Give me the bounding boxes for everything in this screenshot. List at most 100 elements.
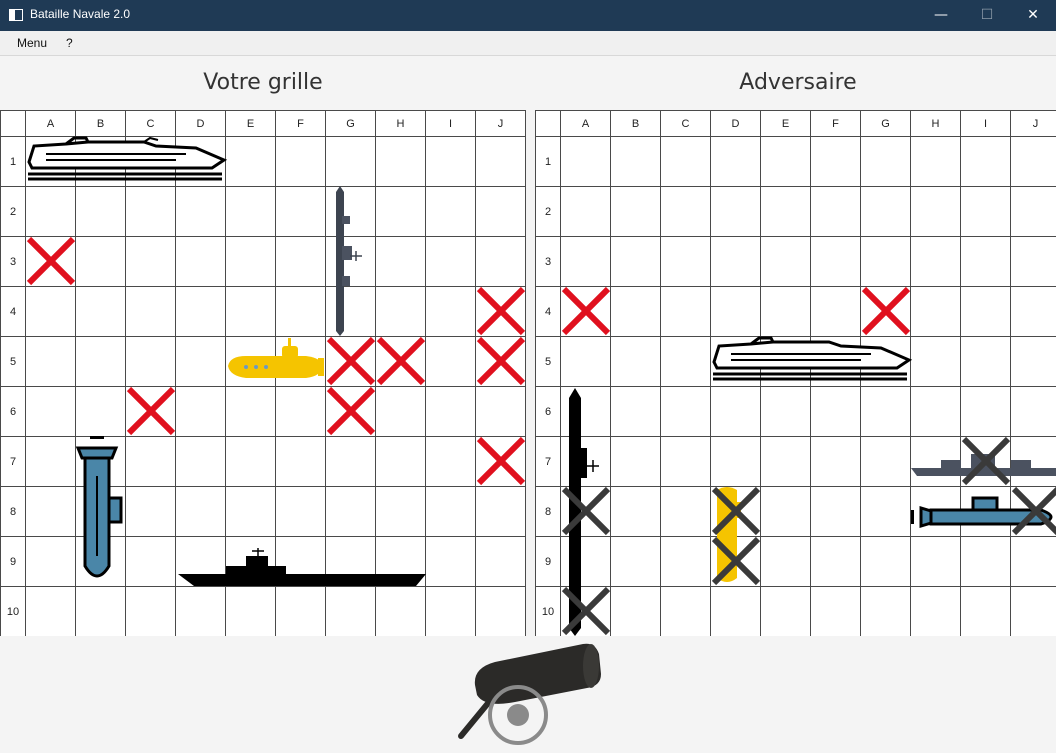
opponent-cell-D2[interactable] xyxy=(710,186,761,237)
opponent-cell-C2[interactable] xyxy=(660,186,711,237)
opponent-cell-I9[interactable] xyxy=(960,536,1011,587)
opponent-cell-D8[interactable] xyxy=(710,486,761,537)
opponent-cell-E5[interactable] xyxy=(760,336,811,387)
opponent-cell-F1[interactable] xyxy=(810,136,861,187)
opponent-cell-H5[interactable] xyxy=(910,336,961,387)
opponent-board[interactable]: A B C D E F G H I J 1 2 3 4 5 6 7 8 9 10 xyxy=(535,110,1056,637)
opponent-cell-A2[interactable] xyxy=(560,186,611,237)
opponent-cell-C10[interactable] xyxy=(660,586,711,637)
opponent-cell-A4[interactable] xyxy=(560,286,611,337)
opponent-cell-E4[interactable] xyxy=(760,286,811,337)
opponent-cell-D3[interactable] xyxy=(710,236,761,287)
opponent-cell-H4[interactable] xyxy=(910,286,961,337)
opponent-cell-J6[interactable] xyxy=(1010,386,1056,437)
opponent-cell-G4[interactable] xyxy=(860,286,911,337)
opponent-cell-D7[interactable] xyxy=(710,436,761,487)
opponent-cell-A5[interactable] xyxy=(560,336,611,387)
opponent-cell-G3[interactable] xyxy=(860,236,911,287)
opponent-cell-D9[interactable] xyxy=(710,536,761,587)
opponent-cell-B7[interactable] xyxy=(610,436,661,487)
opponent-cell-G1[interactable] xyxy=(860,136,911,187)
opponent-cell-F5[interactable] xyxy=(810,336,861,387)
opponent-cell-H9[interactable] xyxy=(910,536,961,587)
opponent-cell-I8[interactable] xyxy=(960,486,1011,537)
menu-item-menu[interactable]: Menu xyxy=(17,36,47,50)
opponent-cell-E8[interactable] xyxy=(760,486,811,537)
opponent-cell-G2[interactable] xyxy=(860,186,911,237)
opponent-cell-G6[interactable] xyxy=(860,386,911,437)
opponent-cell-B3[interactable] xyxy=(610,236,661,287)
opponent-cell-F4[interactable] xyxy=(810,286,861,337)
opponent-cell-G5[interactable] xyxy=(860,336,911,387)
opponent-cell-J2[interactable] xyxy=(1010,186,1056,237)
opponent-cell-I2[interactable] xyxy=(960,186,1011,237)
opponent-cell-I1[interactable] xyxy=(960,136,1011,187)
opponent-cell-F8[interactable] xyxy=(810,486,861,537)
opponent-cell-A9[interactable] xyxy=(560,536,611,587)
opponent-cell-G9[interactable] xyxy=(860,536,911,587)
opponent-cell-E9[interactable] xyxy=(760,536,811,587)
minimize-button[interactable]: — xyxy=(918,0,964,31)
opponent-cell-J9[interactable] xyxy=(1010,536,1056,587)
opponent-cell-A6[interactable] xyxy=(560,386,611,437)
opponent-cell-H6[interactable] xyxy=(910,386,961,437)
opponent-cell-D1[interactable] xyxy=(710,136,761,187)
opponent-cell-D4[interactable] xyxy=(710,286,761,337)
opponent-cell-J10[interactable] xyxy=(1010,586,1056,637)
cannon-icon[interactable] xyxy=(455,640,605,750)
opponent-cell-B4[interactable] xyxy=(610,286,661,337)
opponent-cell-B5[interactable] xyxy=(610,336,661,387)
opponent-cell-J1[interactable] xyxy=(1010,136,1056,187)
opponent-cell-I6[interactable] xyxy=(960,386,1011,437)
opponent-cell-J4[interactable] xyxy=(1010,286,1056,337)
opponent-cell-I7[interactable] xyxy=(960,436,1011,487)
opponent-cell-E1[interactable] xyxy=(760,136,811,187)
opponent-cell-H10[interactable] xyxy=(910,586,961,637)
opponent-cell-E7[interactable] xyxy=(760,436,811,487)
opponent-cell-C5[interactable] xyxy=(660,336,711,387)
opponent-cell-B9[interactable] xyxy=(610,536,661,587)
maximize-button[interactable]: ☐ xyxy=(964,0,1010,31)
opponent-cell-A10[interactable] xyxy=(560,586,611,637)
opponent-cell-I5[interactable] xyxy=(960,336,1011,387)
opponent-cell-B10[interactable] xyxy=(610,586,661,637)
opponent-cell-J3[interactable] xyxy=(1010,236,1056,287)
opponent-cell-A8[interactable] xyxy=(560,486,611,537)
opponent-cell-H3[interactable] xyxy=(910,236,961,287)
menu-item-help[interactable]: ? xyxy=(66,36,73,50)
opponent-cell-F10[interactable] xyxy=(810,586,861,637)
opponent-cell-I3[interactable] xyxy=(960,236,1011,287)
opponent-cell-F6[interactable] xyxy=(810,386,861,437)
opponent-cell-E2[interactable] xyxy=(760,186,811,237)
opponent-cell-A7[interactable] xyxy=(560,436,611,487)
opponent-cell-D6[interactable] xyxy=(710,386,761,437)
opponent-cell-F7[interactable] xyxy=(810,436,861,487)
opponent-cell-G10[interactable] xyxy=(860,586,911,637)
opponent-cell-H2[interactable] xyxy=(910,186,961,237)
opponent-cell-I10[interactable] xyxy=(960,586,1011,637)
opponent-cell-B6[interactable] xyxy=(610,386,661,437)
opponent-cell-G8[interactable] xyxy=(860,486,911,537)
opponent-cell-B1[interactable] xyxy=(610,136,661,187)
opponent-cell-H7[interactable] xyxy=(910,436,961,487)
opponent-cell-C7[interactable] xyxy=(660,436,711,487)
opponent-cell-B2[interactable] xyxy=(610,186,661,237)
opponent-cell-C6[interactable] xyxy=(660,386,711,437)
opponent-cell-H1[interactable] xyxy=(910,136,961,187)
opponent-cell-J7[interactable] xyxy=(1010,436,1056,487)
opponent-cell-F2[interactable] xyxy=(810,186,861,237)
opponent-cell-E3[interactable] xyxy=(760,236,811,287)
opponent-cell-C4[interactable] xyxy=(660,286,711,337)
opponent-cell-C9[interactable] xyxy=(660,536,711,587)
opponent-cell-E6[interactable] xyxy=(760,386,811,437)
opponent-cell-J5[interactable] xyxy=(1010,336,1056,387)
opponent-cell-A1[interactable] xyxy=(560,136,611,187)
opponent-cell-D5[interactable] xyxy=(710,336,761,387)
close-button[interactable]: ✕ xyxy=(1010,0,1056,31)
opponent-cell-J8[interactable] xyxy=(1010,486,1056,537)
opponent-cell-A3[interactable] xyxy=(560,236,611,287)
opponent-cell-C8[interactable] xyxy=(660,486,711,537)
opponent-cell-H8[interactable] xyxy=(910,486,961,537)
opponent-cell-C3[interactable] xyxy=(660,236,711,287)
opponent-cell-F9[interactable] xyxy=(810,536,861,587)
